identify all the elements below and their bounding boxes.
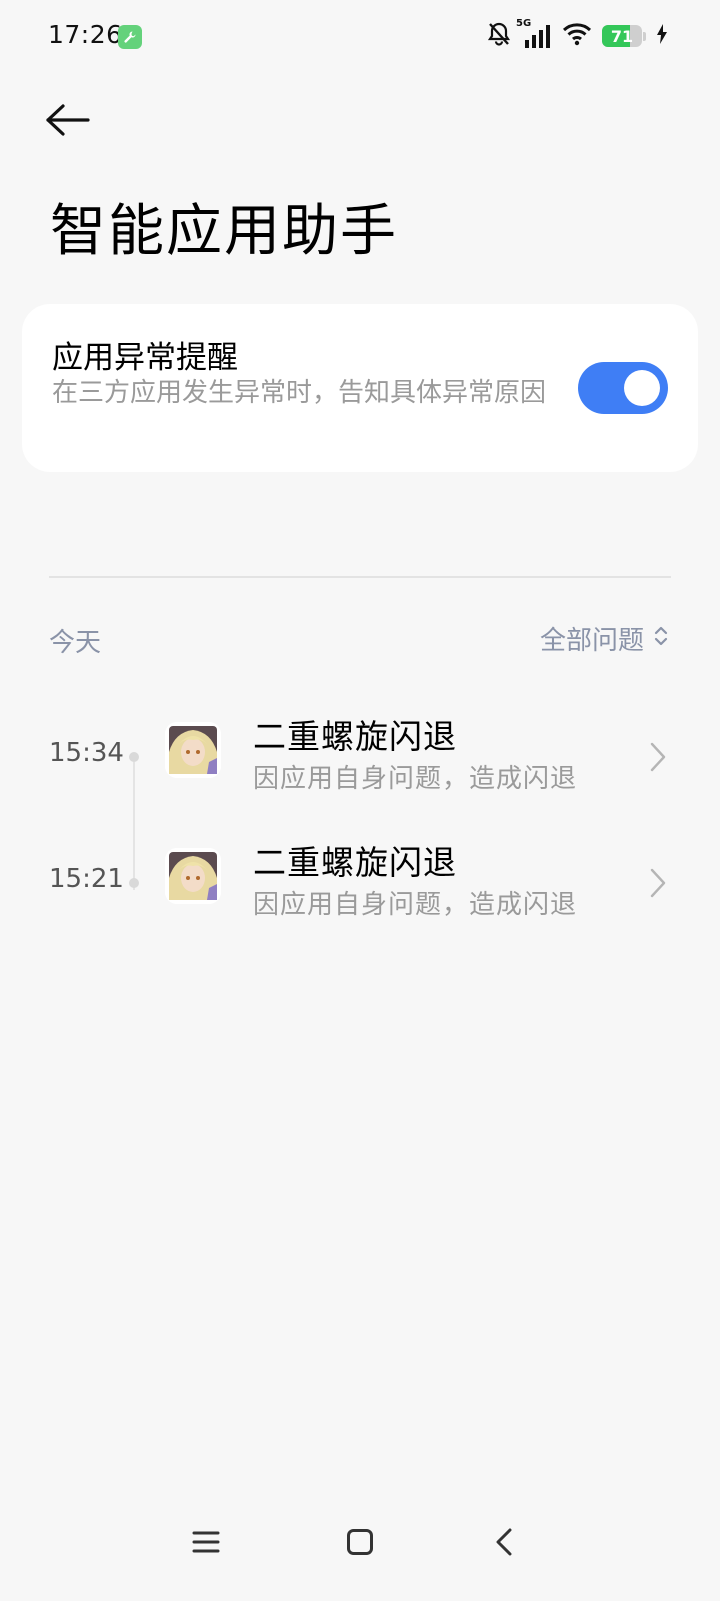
list-item[interactable]: 15:21 二重螺旋闪退 因应用自身问题，造成闪退 [0,826,720,936]
status-icons: 5G 71 [486,18,668,51]
chevron-up-down-icon [654,624,668,654]
wifi-icon [562,21,592,51]
battery-icon: 71 [602,25,642,47]
app-icon [165,848,221,904]
filter-label: 全部问题 [539,626,644,656]
back-button[interactable] [44,98,100,146]
menu-icon [192,1529,220,1559]
date-label: 今天 [49,628,102,658]
status-time: 17:26 [48,20,123,49]
signal-icon: 5G [516,18,552,50]
filter-dropdown[interactable]: 全部问题 [540,620,668,657]
divider [49,576,671,578]
page-title: 智能应用助手 [50,199,398,264]
home-icon [346,1528,374,1560]
navigation-bar [0,1500,720,1601]
battery-cap [643,31,646,41]
setting-card-app-exception-reminder: 应用异常提醒 在三方应用发生异常时，告知具体异常原因 [22,304,698,472]
back-icon [494,1527,514,1561]
event-description: 因应用自身问题，造成闪退 [253,890,578,920]
status-bar: 17:26 5G 71 [0,0,720,72]
event-title: 二重螺旋闪退 [253,843,457,882]
timeline-dot [129,878,139,888]
recent-apps-button[interactable] [176,1514,236,1574]
setting-title: 应用异常提醒 [52,340,238,376]
list-item[interactable]: 15:34 二重螺旋闪退 因应用自身问题，造成闪退 [0,700,720,810]
event-title: 二重螺旋闪退 [253,717,457,756]
system-back-button[interactable] [474,1514,534,1574]
timeline-dot [129,752,139,762]
chevron-right-icon [646,740,670,774]
wrench-icon [118,25,142,49]
app-icon [165,722,221,778]
home-button[interactable] [330,1514,390,1574]
battery-level: 71 [610,26,634,46]
event-time: 15:34 [49,738,124,768]
event-description: 因应用自身问题，造成闪退 [253,764,578,794]
chevron-right-icon [646,866,670,900]
event-time: 15:21 [49,864,124,894]
toggle-knob [624,370,660,406]
app-exception-toggle[interactable] [578,362,668,414]
setting-description: 在三方应用发生异常时，告知具体异常原因 [52,378,547,408]
bell-muted-icon [486,21,512,51]
arrow-left-icon [44,103,90,141]
charging-icon [656,23,668,49]
